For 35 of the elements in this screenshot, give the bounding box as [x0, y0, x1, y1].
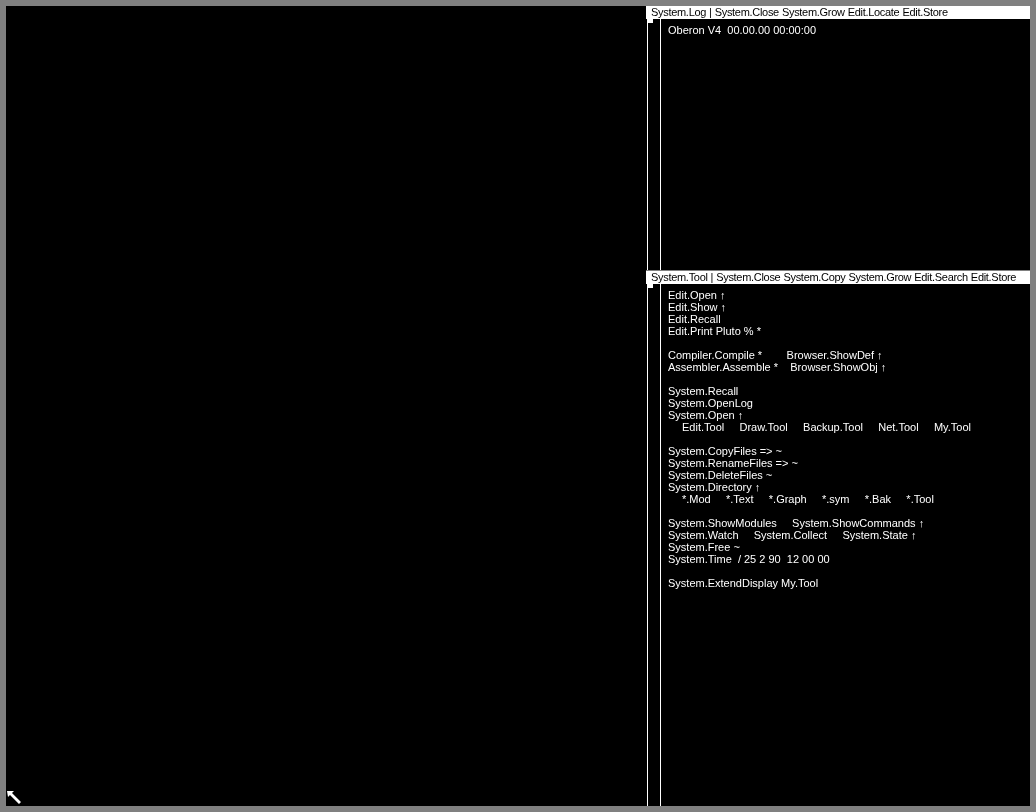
command-link[interactable]: System.Close	[716, 271, 781, 284]
text-line[interactable]: *.Mod *.Text *.Graph *.sym *.Bak *.Tool	[668, 493, 971, 505]
text-line[interactable]: System.ExtendDisplay My.Tool	[668, 577, 971, 589]
text-line[interactable]: Oberon V4 00.00.00 00:00:00	[668, 24, 816, 36]
text-line[interactable]: System.Time / 25 2 90 12 00 00	[668, 553, 971, 565]
command-link[interactable]: Edit.Store	[902, 6, 948, 19]
text-line[interactable]: System.Recall	[668, 385, 971, 397]
text-line[interactable]: Edit.Tool Draw.Tool Backup.Tool Net.Tool My.Tool	[668, 421, 971, 433]
title-separator: |	[709, 6, 712, 19]
text-line[interactable]: Edit.Recall	[668, 313, 971, 325]
viewer-name[interactable]: System.Log	[651, 6, 707, 19]
command-link[interactable]: Edit.Search	[914, 271, 968, 284]
command-link[interactable]: System.Grow	[848, 271, 912, 284]
text-line[interactable]: System.DeleteFiles ~	[668, 469, 971, 481]
text-line[interactable]: System.Directory ↑	[668, 481, 971, 493]
command-link[interactable]: System.Close	[714, 6, 779, 19]
command-link[interactable]: System.Grow	[781, 6, 845, 19]
text-line[interactable]: Edit.Show ↑	[668, 301, 971, 313]
mouse-pointer-icon	[6, 790, 22, 806]
command-link[interactable]: Edit.Store	[970, 271, 1017, 284]
text-line[interactable]: Compiler.Compile * Browser.ShowDef ↑	[668, 349, 971, 361]
text-line[interactable]: System.CopyFiles => ~	[668, 445, 971, 457]
text-line[interactable]: System.RenameFiles => ~	[668, 457, 971, 469]
text-line[interactable]: Assembler.Assemble * Browser.ShowObj ↑	[668, 361, 971, 373]
text-line[interactable]: System.OpenLog	[668, 397, 971, 409]
title-separator: |	[710, 271, 714, 284]
text-line[interactable]: System.Free ~	[668, 541, 971, 553]
text-line[interactable]: Edit.Open ↑	[668, 289, 971, 301]
text-line[interactable]: System.Watch System.Collect System.State ↑	[668, 529, 971, 541]
text-line[interactable]: Edit.Print Pluto % *	[668, 325, 971, 337]
command-link[interactable]: System.Copy	[783, 271, 846, 284]
command-link[interactable]: Edit.Locate	[847, 6, 900, 19]
viewer-name[interactable]: System.Tool	[651, 271, 708, 284]
text-line[interactable]: System.ShowModules System.ShowCommands ↑	[668, 517, 971, 529]
text-line[interactable]: System.Open ↑	[668, 409, 971, 421]
